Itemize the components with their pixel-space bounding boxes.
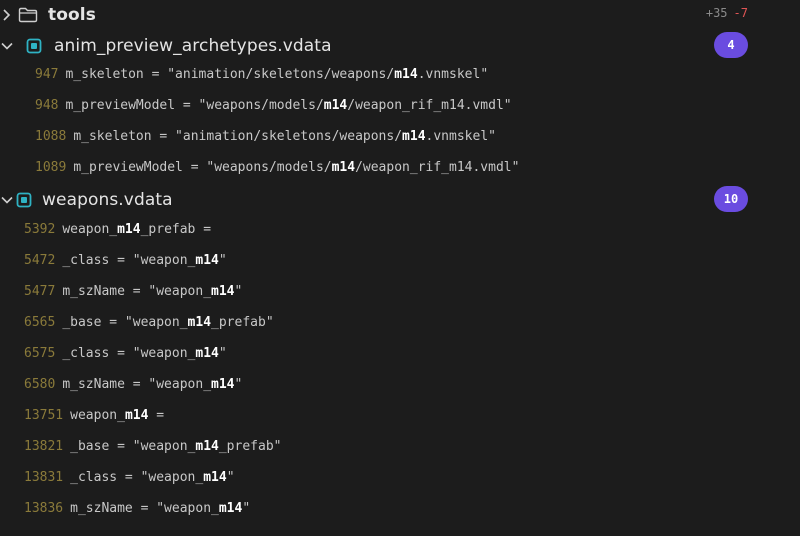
line-text-after: .vnmskel": [417, 67, 489, 82]
file-icon: [16, 192, 32, 208]
search-result-line[interactable]: 13831 _class = "weapon_m14": [0, 462, 800, 493]
file-group-header[interactable]: weapons.vdata 10: [0, 184, 800, 215]
line-text-after: ": [234, 284, 243, 299]
line-text-before: m_previewModel = "weapons/models/: [65, 98, 324, 113]
line-number: 13836: [24, 501, 64, 516]
line-text-after: _prefab": [211, 315, 274, 330]
search-result-line[interactable]: 6565 _base = "weapon_m14_prefab": [0, 307, 800, 338]
folder-icon: [18, 7, 38, 23]
chevron-down-icon[interactable]: [0, 193, 14, 207]
line-number: 948: [35, 98, 59, 113]
search-result-line[interactable]: 6580 m_szName = "weapon_m14": [0, 369, 800, 400]
match-count-badge: 4: [714, 32, 748, 58]
line-number: 6565: [24, 315, 56, 330]
line-text-after: ": [226, 470, 235, 485]
match-count-badge: 10: [714, 186, 748, 212]
line-text-after: =: [148, 408, 165, 423]
search-result-line[interactable]: 947 m_skeleton = "animation/skeletons/wea…: [0, 59, 800, 90]
line-number: 1089: [35, 160, 67, 175]
match-highlight: m14: [218, 501, 243, 516]
match-highlight: m14: [195, 253, 219, 268]
line-text-after: /weapon_rif_m14.vmdl": [347, 98, 512, 113]
line-text-before: m_previewModel = "weapons/models/: [73, 160, 332, 175]
line-text-after: ": [218, 253, 227, 268]
search-result-line[interactable]: 5477 m_szName = "weapon_m14": [0, 276, 800, 307]
search-result-line[interactable]: 13821 _base = "weapon_m14_prefab": [0, 431, 800, 462]
line-number: 13821: [24, 439, 64, 454]
line-text-after: ": [242, 501, 251, 516]
search-result-line[interactable]: 6575 _class = "weapon_m14": [0, 338, 800, 369]
search-result-line[interactable]: 1089 m_previewModel = "weapons/models/m14…: [0, 152, 800, 183]
line-text-after: _prefab =: [140, 222, 212, 237]
file-name: anim_preview_archetypes.vdata: [54, 35, 332, 56]
folder-name: tools: [48, 5, 96, 25]
search-result-line[interactable]: 13836 m_szName = "weapon_m14": [0, 493, 800, 524]
line-text-after: ": [218, 346, 227, 361]
line-text-after: /weapon_rif_m14.vmdl": [355, 160, 520, 175]
line-text-after: .vnmskel": [425, 129, 496, 144]
search-result-line[interactable]: 13751 weapon_m14 =: [0, 400, 800, 431]
match-highlight: m14: [124, 408, 149, 423]
line-number: 5477: [24, 284, 56, 299]
match-highlight: m14: [195, 439, 219, 454]
line-text-before: weapon_: [62, 222, 118, 237]
folder-row-tools[interactable]: tools +35 -7: [0, 0, 800, 30]
line-number: 6575: [24, 346, 56, 361]
search-result-line[interactable]: 5472 _class = "weapon_m14": [0, 245, 800, 276]
diff-stats: +35 -7: [706, 6, 748, 20]
file-group-header[interactable]: anim_preview_archetypes.vdata 4: [0, 30, 800, 61]
match-highlight: m14: [402, 129, 426, 144]
line-number: 13831: [24, 470, 64, 485]
search-result-line[interactable]: 948 m_previewModel = "weapons/models/m14/…: [0, 90, 800, 121]
chevron-down-icon[interactable]: [0, 39, 14, 53]
line-text-before: m_skeleton = "animation/skeletons/weapon…: [73, 129, 403, 144]
line-text-before: m_szName = "weapon_: [62, 377, 212, 392]
lines-removed: -7: [733, 6, 748, 20]
line-text-before: _class = "weapon_: [62, 253, 196, 268]
match-highlight: m14: [203, 470, 227, 485]
lines-added: +35: [705, 6, 728, 20]
search-result-line[interactable]: 1088 m_skeleton = "animation/skeletons/we…: [0, 121, 800, 152]
match-highlight: m14: [323, 98, 348, 113]
match-highlight: m14: [211, 284, 235, 299]
match-highlight: m14: [331, 160, 356, 175]
line-text-before: weapon_: [70, 408, 125, 423]
line-text-before: m_szName = "weapon_: [70, 501, 219, 516]
chevron-right-icon[interactable]: [0, 8, 14, 22]
file-icon: [26, 38, 42, 54]
line-number: 5472: [24, 253, 56, 268]
line-text-before: m_szName = "weapon_: [62, 284, 212, 299]
line-number: 6580: [24, 377, 56, 392]
line-number: 5392: [24, 222, 56, 237]
line-text-before: m_skeleton = "animation/skeletons/weapon…: [65, 67, 395, 82]
line-number: 13751: [24, 408, 64, 423]
match-highlight: m14: [195, 346, 219, 361]
line-text-before: _class = "weapon_: [62, 346, 196, 361]
search-result-line[interactable]: 5392 weapon_m14_prefab =: [0, 214, 800, 245]
line-text-before: _class = "weapon_: [70, 470, 204, 485]
line-number: 947: [35, 67, 59, 82]
match-highlight: m14: [117, 222, 141, 237]
match-highlight: m14: [187, 315, 212, 330]
line-number: 1088: [35, 129, 67, 144]
line-text-before: _base = "weapon_: [62, 315, 188, 330]
line-text-after: _prefab": [218, 439, 282, 454]
file-name: weapons.vdata: [42, 189, 173, 210]
match-highlight: m14: [211, 377, 235, 392]
line-text-after: ": [234, 377, 243, 392]
line-text-before: _base = "weapon_: [70, 439, 196, 454]
match-highlight: m14: [394, 67, 418, 82]
